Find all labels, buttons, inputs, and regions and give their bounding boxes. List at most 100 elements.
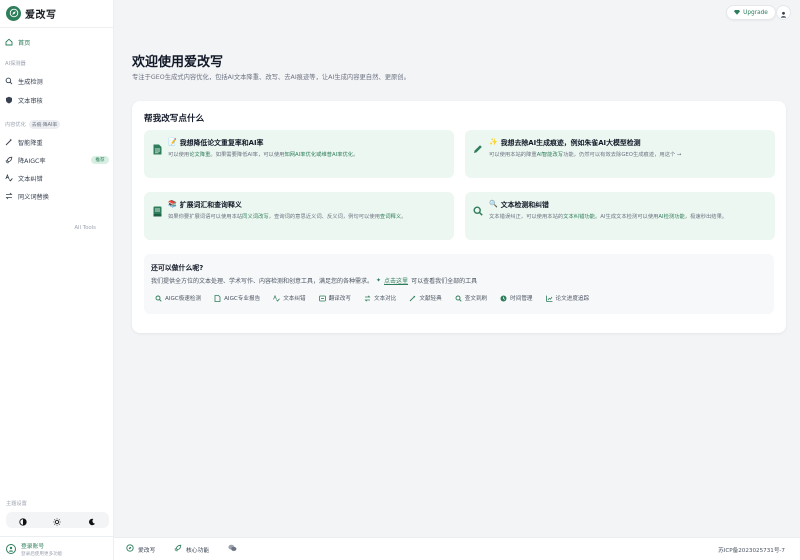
books-icon: 📚 [168,200,177,208]
feature-card-remove-ai-trace[interactable]: ✨ 我想去除AI生成痕迹，例如朱雀AI大模型检测 可以使用本站的降重AI智能改写功… [465,130,775,178]
page-title: 欢迎使用爱改写 [132,55,224,70]
sidebar-item-label: 智能降重 [18,139,43,147]
sidebar-item-label: 同义词替换 [18,193,49,201]
shield-icon [5,96,13,104]
tool-check-text[interactable]: 查文到刷 [451,292,491,304]
login-title: 登录账号 [21,543,45,550]
document-icon [152,143,162,155]
divider [0,27,113,28]
view-all-tools-link[interactable]: 点击这里 [384,276,408,285]
user-menu-button[interactable] [776,5,791,20]
feature-desc: 文本错误纠正，可以使用本站的文本纠错功能。AI生成文本检测可以使用AI检测功能，… [489,214,728,220]
footer-wechat-button[interactable] [228,544,237,554]
pencil-icon [473,143,483,155]
rocket-icon [174,544,182,554]
icp-record-link[interactable]: 苏ICP备2023025731号-7 [718,546,785,554]
sidebar-item-home[interactable]: 首页 [0,34,114,50]
sidebar-item-label: 降AIGC率 [18,157,46,165]
rocket-icon [5,156,13,164]
sidebar-item-label: 文本审核 [18,97,43,105]
tool-aigc-report[interactable]: AIGC专业报告 [210,292,264,304]
link-word-definition[interactable]: 查词释义 [380,214,401,220]
feature-desc: 可以使用论文降重。如果需要降低AI率，可以使用知网AI率优化或维普AI率优化。 [168,152,359,158]
sidebar-item-label: 文本纠错 [18,175,43,183]
clock-icon [500,295,507,302]
search-icon [155,295,162,302]
tool-text-correct[interactable]: 文本纠错 [269,292,309,304]
feature-title: 📝 我想降低论文重复率和AI率 [168,138,264,147]
link-ai-detect[interactable]: AI检测功能 [658,214,684,220]
search-icon [455,295,462,302]
spellcheck-icon [5,174,13,182]
tool-aigc-fast-detect[interactable]: AIGC极速检测 [151,292,205,304]
login-subtitle: 登录后使用更多功能 [21,551,63,557]
feature-desc: 可以使用本站的降重AI智能改写功能，仍然可以有效去除GEO生成痕迹，用这个 → [489,152,682,158]
feature-card-text-check[interactable]: 🔍 文本检测和纠错 文本错误纠正，可以使用本站的文本纠错功能。AI生成文本检测可以… [465,192,775,240]
link-ai-rate-optimize[interactable]: 知网AI率优化或维普AI率优化 [284,152,353,158]
more-desc: 我们提供全方位的文本处理、学术写作、内容检测和创意工具，满足您的各种需求。 ✦ … [151,276,478,285]
swap-icon [5,192,13,200]
tool-time-management[interactable]: 时间管理 [496,292,536,304]
footer-brand-link[interactable]: 爱改写 [126,544,155,554]
page-subtitle: 专注于GEO生成式内容优化，包括AI文本降重、改写、去AI痕迹等，让AI生成内容… [132,74,410,81]
upgrade-label: Upgrade [743,9,768,16]
feature-card-reduce-duplication[interactable]: 📝 我想降低论文重复率和AI率 可以使用论文降重。如果需要降低AI率，可以使用知网… [144,130,454,178]
theme-dark-button[interactable] [83,514,101,526]
sidebar: 爱改写 首页 AI探测器 生成检测 文本审核 内容优化 去痕·降AI率 智能降重… [0,0,114,560]
feature-title: 📚 扩展词汇和查询释义 [168,200,242,209]
sparkle-icon: ✦ [376,277,382,284]
tool-text-compare[interactable]: 文本对比 [360,292,400,304]
tools-list: AIGC极速检测 AIGC专业报告 文本纠错 翻译改写 文本对比 文献轻典 查文… [151,292,598,304]
tool-translate-rewrite[interactable]: 翻译改写 [315,292,355,304]
theme-switcher [6,512,109,528]
sidebar-item-text-review[interactable]: 文本审核 [0,92,114,108]
footer-core-features-link[interactable]: 核心功能 [174,544,209,554]
search-icon [5,77,13,85]
sidebar-item-text-correct[interactable]: 文本纠错 [0,170,114,186]
quill-icon [409,295,416,302]
tool-literature[interactable]: 文献轻典 [405,292,445,304]
feature-title: 🔍 文本检测和纠错 [489,200,549,209]
sidebar-item-smart-rewrite[interactable]: 智能降重 [0,134,114,150]
more-tools-panel: 还可以做什么呢? 我们提供全方位的文本处理、学术写作、内容检测和创意工具，满足您… [144,254,774,314]
magic-wand-icon [5,138,13,146]
section-label-optimize: 内容优化 去痕·降AI率 [5,120,61,129]
user-icon [780,3,787,22]
feature-desc: 如果你要扩展词语可以使用本站同义词改写，查询词的意思近义词、反义词，例句可以使用… [168,214,407,220]
card-title: 帮我改写点什么 [144,114,205,124]
wechat-icon [228,544,237,554]
tool-paper-progress[interactable]: 论文进度追踪 [542,292,594,304]
document-icon [214,294,221,302]
more-title: 还可以做什么呢? [151,264,204,272]
footer: 爱改写 核心功能 苏ICP备2023025731号-7 [114,537,800,560]
compass-icon [126,544,134,554]
theme-light-button[interactable] [48,514,66,526]
main-card: 帮我改写点什么 📝 我想降低论文重复率和AI率 可以使用论文降重。如果需要降低AI… [132,101,786,333]
link-paper-rewrite[interactable]: 论文降重 [189,152,210,158]
link-ai-smart-rewrite[interactable]: AI智能改写 [537,152,563,158]
upgrade-button[interactable]: Upgrade [726,5,776,20]
all-tools-link[interactable]: All Tools [0,225,114,231]
link-text-correct[interactable]: 文本纠错功能 [563,214,595,220]
memo-icon: 📝 [168,138,177,146]
brand[interactable]: 爱改写 [6,5,57,21]
sun-icon [53,511,62,530]
feature-card-vocabulary[interactable]: 📚 扩展词汇和查询释义 如果你要扩展词语可以使用本站同义词改写，查询词的意思近义词… [144,192,454,240]
section-chip: 去痕·降AI率 [28,120,61,129]
moon-icon [88,511,96,530]
magnifier-icon: 🔍 [489,200,498,208]
recommend-badge: 推荐 [91,156,109,164]
section-label-detect: AI探测器 [5,61,26,67]
sidebar-item-synonym-replace[interactable]: 同义词替换 [0,188,114,204]
login-button[interactable]: 登录账号 登录后使用更多功能 [0,536,114,560]
sidebar-item-generate-detect[interactable]: 生成检测 [0,73,114,89]
brand-name: 爱改写 [25,9,57,21]
compass-logo-icon [6,5,21,21]
chart-icon [545,295,553,302]
user-icon [6,543,16,554]
spellcheck-icon [273,294,280,302]
link-synonym-rewrite[interactable]: 同义词改写 [242,214,269,220]
theme-auto-button[interactable] [14,514,32,526]
contrast-icon [19,511,27,530]
book-icon [152,205,162,217]
